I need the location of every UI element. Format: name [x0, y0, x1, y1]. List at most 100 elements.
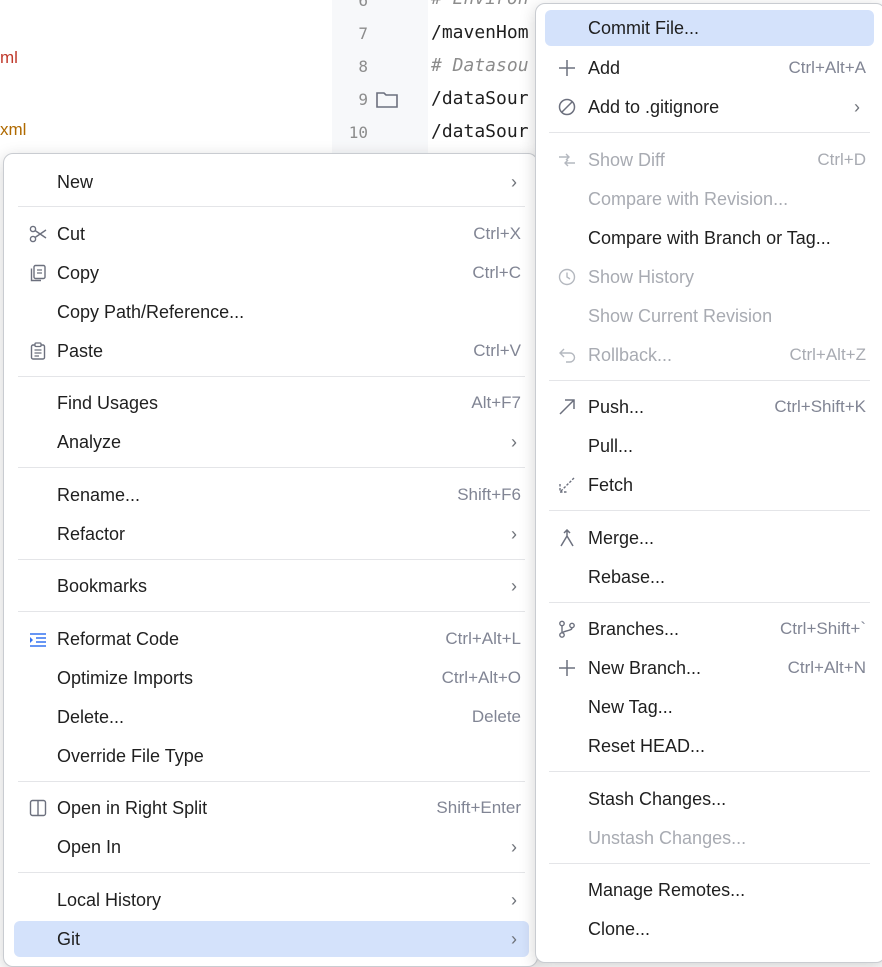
git-item-show-diff[interactable]: Show Diff Ctrl+D [545, 142, 874, 178]
git-item-new-branch[interactable]: New Branch... Ctrl+Alt+N [545, 650, 874, 686]
menu-item-local-history[interactable]: Local History › [14, 882, 529, 918]
menu-item-copy-path[interactable]: Copy Path/Reference... [14, 294, 529, 330]
menu-item-label: Show History [588, 267, 695, 287]
git-item-commit-file[interactable]: Commit File... [545, 10, 874, 46]
git-item-add-gitignore[interactable]: Add to .gitignore › [545, 89, 874, 125]
chevron-right-icon: › [854, 97, 860, 117]
menu-item-label: Override File Type [57, 746, 204, 766]
menu-separator [549, 132, 870, 133]
menu-item-shortcut: Ctrl+Alt+L [445, 629, 521, 648]
menu-item-git[interactable]: Git › [14, 921, 529, 957]
menu-item-open-in[interactable]: Open In › [14, 829, 529, 865]
menu-item-shortcut: Ctrl+Alt+N [787, 658, 866, 677]
git-item-clone[interactable]: Clone... [545, 911, 874, 947]
menu-item-label: Git [57, 929, 81, 949]
menu-item-label: Show Diff [588, 150, 665, 170]
line-number: 7 [358, 24, 368, 43]
chevron-right-icon: › [511, 576, 517, 596]
menu-separator [549, 380, 870, 381]
git-item-manage-remotes[interactable]: Manage Remotes... [545, 872, 874, 908]
menu-item-label: Pull... [588, 436, 634, 456]
git-item-new-tag[interactable]: New Tag... [545, 689, 874, 725]
menu-item-bookmarks[interactable]: Bookmarks › [14, 568, 529, 604]
menu-item-label: Reformat Code [57, 629, 180, 649]
menu-item-label: Find Usages [57, 393, 159, 413]
code-text: # Datasou [431, 55, 529, 76]
menu-item-label: Merge... [588, 528, 655, 548]
plus-icon [559, 60, 575, 76]
project-tree-item[interactable]: xml [0, 120, 26, 140]
git-item-fetch[interactable]: Fetch [545, 467, 874, 503]
menu-item-label: Optimize Imports [57, 668, 194, 688]
menu-item-label: Show Current Revision [588, 306, 773, 326]
chevron-right-icon: › [511, 172, 517, 192]
git-item-show-current-revision[interactable]: Show Current Revision [545, 298, 874, 334]
git-item-merge[interactable]: Merge... [545, 520, 874, 556]
line-number: 8 [358, 57, 368, 76]
git-item-unstash-changes[interactable]: Unstash Changes... [545, 820, 874, 856]
menu-item-cut[interactable]: Cut Ctrl+X [14, 216, 529, 252]
line-number: 10 [348, 123, 368, 142]
menu-item-find-usages[interactable]: Find Usages Alt+F7 [14, 385, 529, 421]
menu-item-label: Unstash Changes... [588, 828, 747, 848]
menu-item-label: Clone... [588, 919, 651, 939]
menu-item-label: New Branch... [588, 658, 702, 678]
menu-separator [549, 863, 870, 864]
menu-item-label: Fetch [588, 475, 634, 495]
menu-item-label: Open In [57, 837, 122, 857]
code-text: # Environ [431, 0, 529, 9]
menu-item-label: Copy Path/Reference... [57, 302, 245, 322]
git-item-branches[interactable]: Branches... Ctrl+Shift+` [545, 611, 874, 647]
git-item-compare-branch[interactable]: Compare with Branch or Tag... [545, 220, 874, 256]
menu-item-override-file-type[interactable]: Override File Type [14, 738, 529, 774]
menu-item-label: Push... [588, 397, 645, 417]
menu-item-paste[interactable]: Paste Ctrl+V [14, 333, 529, 369]
menu-item-shortcut: Shift+Enter [436, 798, 521, 817]
git-item-reset-head[interactable]: Reset HEAD... [545, 728, 874, 764]
menu-item-reformat-code[interactable]: Reformat Code Ctrl+Alt+L [14, 621, 529, 657]
menu-separator [18, 611, 525, 612]
git-item-rollback[interactable]: Rollback... Ctrl+Alt+Z [545, 337, 874, 373]
code-text: /dataSour [431, 121, 529, 142]
menu-item-label: Stash Changes... [588, 789, 727, 809]
project-tree-item[interactable]: ml [0, 48, 18, 68]
menu-item-open-right-split[interactable]: Open in Right Split Shift+Enter [14, 790, 529, 826]
chevron-right-icon: › [511, 929, 517, 949]
context-menu: New › Cut Ctrl+X Copy Ctrl+C Copy Path/R… [3, 153, 538, 967]
git-item-show-history[interactable]: Show History [545, 259, 874, 295]
menu-item-shortcut: Ctrl+Shift+` [780, 619, 866, 638]
chevron-right-icon: › [511, 837, 517, 857]
menu-item-shortcut: Ctrl+V [473, 341, 521, 360]
git-item-add[interactable]: Add Ctrl+Alt+A [545, 50, 874, 86]
menu-item-label: Bookmarks [57, 576, 148, 596]
menu-item-shortcut: Ctrl+X [473, 224, 521, 243]
code-text: /mavenHom [431, 22, 529, 43]
diff-icon [559, 153, 575, 167]
git-item-pull[interactable]: Pull... [545, 428, 874, 464]
menu-separator [18, 781, 525, 782]
menu-item-label: Commit File... [588, 18, 700, 38]
menu-item-refactor[interactable]: Refactor › [14, 516, 529, 552]
menu-separator [549, 602, 870, 603]
menu-item-label: New [57, 172, 94, 192]
menu-item-label: Manage Remotes... [588, 880, 746, 900]
menu-item-label: Compare with Revision... [588, 189, 789, 209]
menu-item-new[interactable]: New › [14, 164, 529, 200]
git-item-stash-changes[interactable]: Stash Changes... [545, 781, 874, 817]
menu-item-shortcut: Ctrl+Alt+O [441, 668, 521, 687]
menu-item-shortcut: Ctrl+D [817, 150, 866, 169]
git-item-push[interactable]: Push... Ctrl+Shift+K [545, 389, 874, 425]
menu-item-rename[interactable]: Rename... Shift+F6 [14, 477, 529, 513]
menu-item-optimize-imports[interactable]: Optimize Imports Ctrl+Alt+O [14, 660, 529, 696]
git-item-compare-revision[interactable]: Compare with Revision... [545, 181, 874, 217]
chevron-right-icon: › [511, 890, 517, 910]
git-item-rebase[interactable]: Rebase... [545, 559, 874, 595]
menu-item-shortcut: Alt+F7 [471, 393, 521, 412]
menu-item-analyze[interactable]: Analyze › [14, 424, 529, 460]
code-text: /dataSour [431, 88, 529, 109]
menu-item-label: Open in Right Split [57, 798, 208, 818]
menu-item-label: Rebase... [588, 567, 666, 587]
menu-separator [549, 510, 870, 511]
menu-item-copy[interactable]: Copy Ctrl+C [14, 255, 529, 291]
menu-item-delete[interactable]: Delete... Delete [14, 699, 529, 735]
